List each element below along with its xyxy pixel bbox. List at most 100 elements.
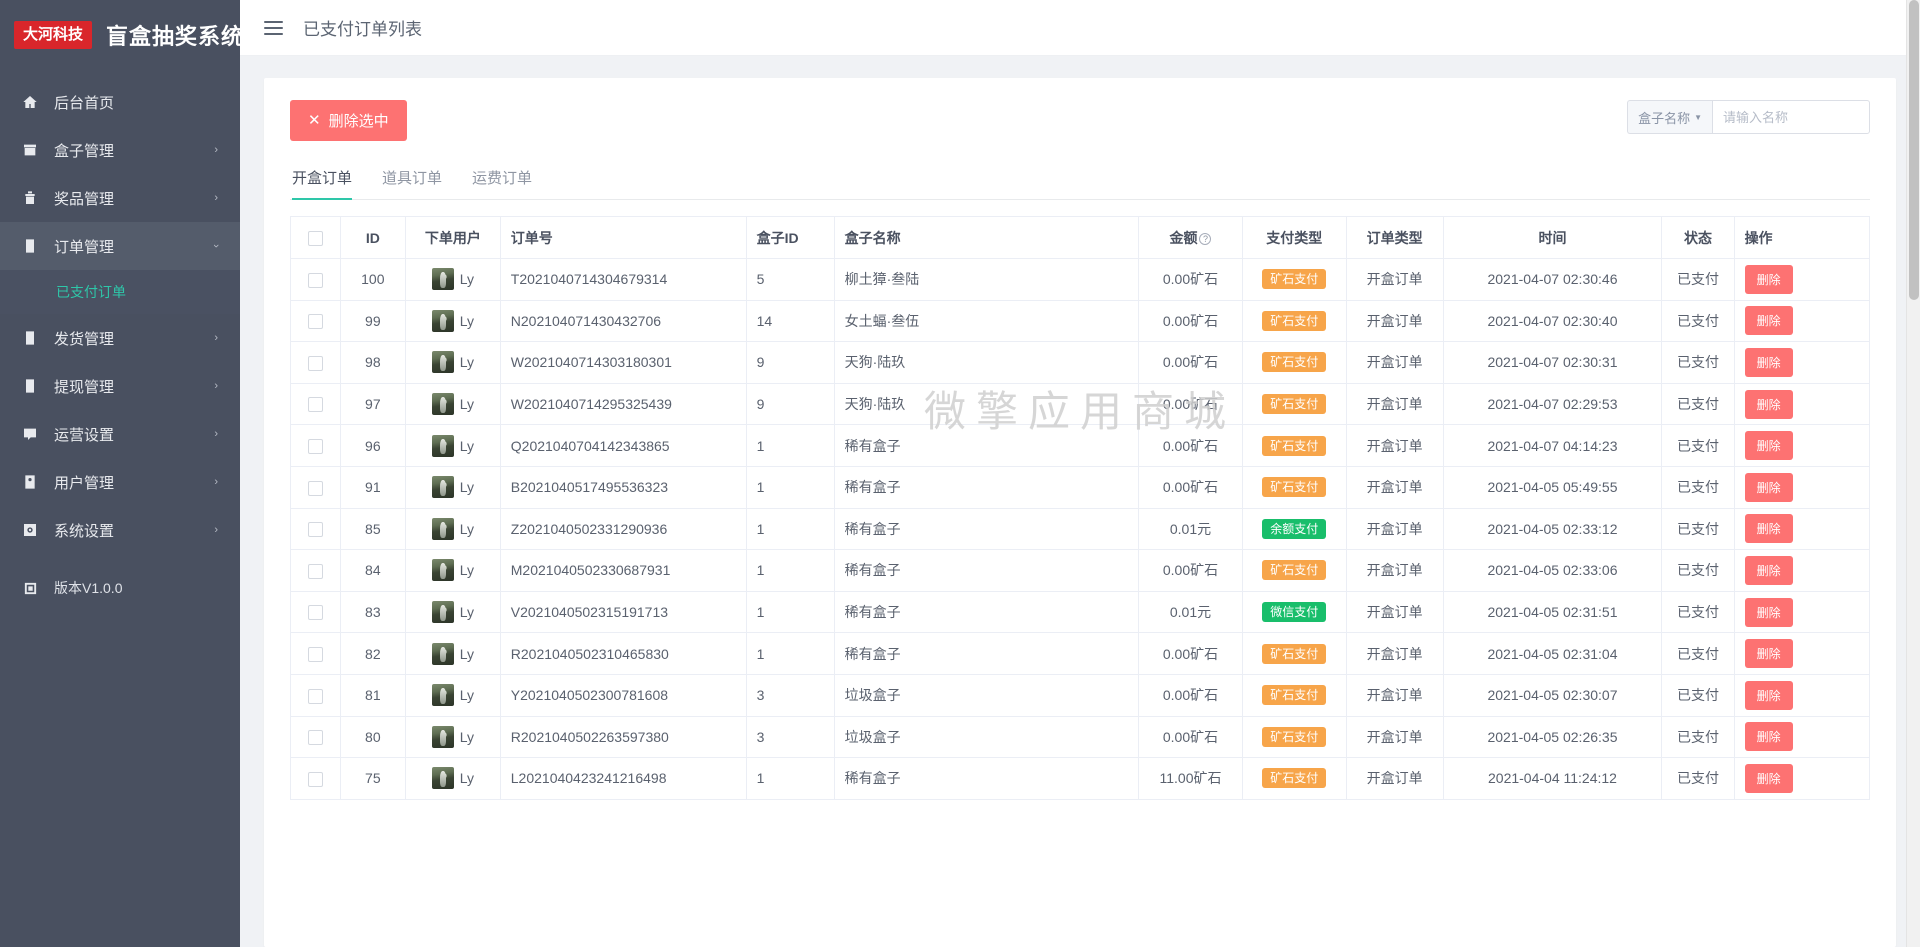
row-checkbox[interactable]: [307, 355, 323, 371]
delete-row-button[interactable]: 删除: [1744, 722, 1793, 752]
cell-user: Ly: [405, 424, 501, 467]
cell-time: 2021-04-05 05:49:55: [1442, 465, 1663, 509]
delete-row-button[interactable]: 删除: [1744, 306, 1793, 336]
delete-row-button[interactable]: 删除: [1744, 763, 1793, 793]
hamburger-icon[interactable]: [262, 17, 285, 39]
table-row: 91 Ly B2021040517495536323 1 稀有盒子 0.00矿石 矿石支付开…: [290, 465, 1870, 509]
pay-type-badge: 矿石支付: [1262, 352, 1327, 373]
table-row: 84 Ly M2021040502330687931 1 稀有盒子 0.00矿石 矿石支付开…: [290, 549, 1870, 592]
delete-row-button[interactable]: 删除: [1744, 680, 1793, 710]
sidebar-subitem-label: 已支付订单: [56, 284, 126, 300]
cell-pay-type: 矿石支付: [1241, 757, 1347, 800]
cell-order-no: B2021040517495536323: [499, 465, 747, 509]
cell-pay-type: 矿石支付: [1241, 382, 1347, 426]
cell-box-name: 垃圾盒子: [833, 715, 1140, 759]
avatar: [431, 434, 454, 457]
row-checkbox[interactable]: [307, 397, 323, 413]
sidebar-item-system-settings[interactable]: 系统设置 ›: [0, 506, 240, 554]
cell-order-no: Q2021040704142343865: [499, 424, 747, 467]
delete-row-button[interactable]: 删除: [1744, 597, 1793, 627]
col-order-type: 订单类型: [1345, 216, 1444, 259]
cell-box-id: 9: [745, 382, 835, 426]
question-mark-icon[interactable]: ?: [1199, 232, 1212, 245]
delete-row-button[interactable]: 删除: [1744, 472, 1793, 502]
cell-user: Ly: [405, 549, 501, 592]
tab-shipping-orders[interactable]: 运费订单: [472, 167, 532, 199]
sidebar-item-operation-settings[interactable]: 运营设置 ›: [0, 410, 240, 458]
delete-row-button[interactable]: 删除: [1744, 514, 1793, 544]
cell-action: 删除: [1733, 465, 1870, 509]
tab-label: 运费订单: [472, 170, 533, 187]
search-input[interactable]: [1712, 100, 1870, 134]
tab-item-orders[interactable]: 道具订单: [382, 167, 442, 199]
user-name: Ly: [459, 520, 475, 537]
sidebar-item-box-management[interactable]: 盒子管理 ›: [0, 126, 240, 174]
row-checkbox[interactable]: [307, 605, 323, 621]
sidebar-item-order-management[interactable]: 订单管理 ›: [0, 222, 240, 270]
sidebar-item-user-management[interactable]: 用户管理 ›: [0, 458, 240, 506]
gear-icon: [20, 520, 40, 540]
table-row: 75 Ly L2021040423241216498 1 稀有盒子 11.00矿石 矿石支付…: [290, 757, 1870, 800]
row-checkbox[interactable]: [307, 771, 323, 787]
cell-time: 2021-04-05 02:31:51: [1442, 590, 1663, 634]
col-order-no: 订单号: [499, 216, 747, 259]
sidebar-nav: 后台首页 盒子管理 › 奖品管理 › 订单管理 › 已支付订单 发货管理 › 提…: [0, 70, 240, 554]
cell-box-name: 稀有盒子: [833, 632, 1140, 675]
sidebar-item-shipping-management[interactable]: 发货管理 ›: [0, 314, 240, 362]
row-checkbox[interactable]: [307, 730, 323, 746]
cell-order-no: R2021040502310465830: [499, 632, 747, 675]
cell-id: 97: [339, 382, 407, 426]
avatar: [431, 642, 454, 665]
col-action: 操作: [1733, 216, 1870, 259]
cell-pay-type: 矿石支付: [1241, 424, 1347, 467]
delete-row-button[interactable]: 删除: [1744, 347, 1793, 377]
select-all-checkbox[interactable]: [307, 230, 323, 246]
sidebar-item-label: 订单管理: [54, 238, 115, 256]
row-checkbox[interactable]: [307, 647, 323, 663]
chevron-right-icon: ›: [214, 524, 218, 536]
row-select-cell: [290, 673, 341, 717]
delete-row-button[interactable]: 删除: [1744, 555, 1793, 585]
sidebar-item-home[interactable]: 后台首页: [0, 78, 240, 126]
scrollbar-thumb[interactable]: [1909, 0, 1919, 300]
cell-order-type: 开盒订单: [1345, 673, 1444, 717]
pay-type-badge: 矿石支付: [1262, 726, 1327, 747]
sidebar-item-label: 发货管理: [54, 330, 115, 348]
delete-row-button[interactable]: 删除: [1744, 431, 1793, 461]
row-select-cell: [290, 382, 341, 426]
row-checkbox[interactable]: [307, 439, 323, 455]
cell-time: 2021-04-05 02:33:12: [1442, 507, 1663, 551]
cell-box-name: 天狗·陆玖: [833, 382, 1140, 426]
delete-row-button[interactable]: 删除: [1744, 639, 1793, 669]
row-checkbox[interactable]: [307, 688, 323, 704]
cell-status: 已支付: [1661, 549, 1735, 592]
cell-pay-type: 矿石支付: [1241, 465, 1347, 509]
delete-selected-button[interactable]: ✕ 删除选中: [290, 100, 407, 141]
cell-user: Ly: [405, 382, 501, 426]
delete-row-button[interactable]: 删除: [1744, 389, 1793, 419]
sidebar-item-paid-orders[interactable]: 已支付订单: [0, 270, 240, 314]
page-scrollbar[interactable]: [1906, 0, 1920, 947]
user-name: Ly: [459, 312, 475, 329]
cell-order-no: Y2021040502300781608: [499, 673, 747, 717]
search-field-select[interactable]: 盒子名称 ▼: [1627, 100, 1712, 134]
cell-box-name: 稀有盒子: [833, 590, 1140, 634]
tab-open-box-orders[interactable]: 开盒订单: [292, 167, 353, 200]
row-checkbox[interactable]: [307, 522, 323, 538]
row-checkbox[interactable]: [307, 314, 323, 330]
row-checkbox[interactable]: [307, 480, 323, 496]
user-icon: [20, 472, 40, 492]
row-select-cell: [290, 258, 341, 301]
pay-type-badge: 余额支付: [1262, 518, 1327, 539]
order-tabs: 开盒订单 道具订单 运费订单: [290, 167, 1870, 200]
user-name: Ly: [459, 770, 475, 787]
delete-row-button[interactable]: 删除: [1744, 264, 1793, 294]
cell-id: 82: [339, 632, 407, 675]
row-checkbox[interactable]: [307, 272, 323, 288]
sidebar-item-withdraw-management[interactable]: 提现管理 ›: [0, 362, 240, 410]
pay-type-badge: 矿石支付: [1262, 685, 1327, 706]
sidebar-item-prize-management[interactable]: 奖品管理 ›: [0, 174, 240, 222]
cell-id: 85: [339, 507, 407, 551]
row-checkbox[interactable]: [307, 563, 323, 579]
close-icon: ✕: [308, 112, 321, 129]
